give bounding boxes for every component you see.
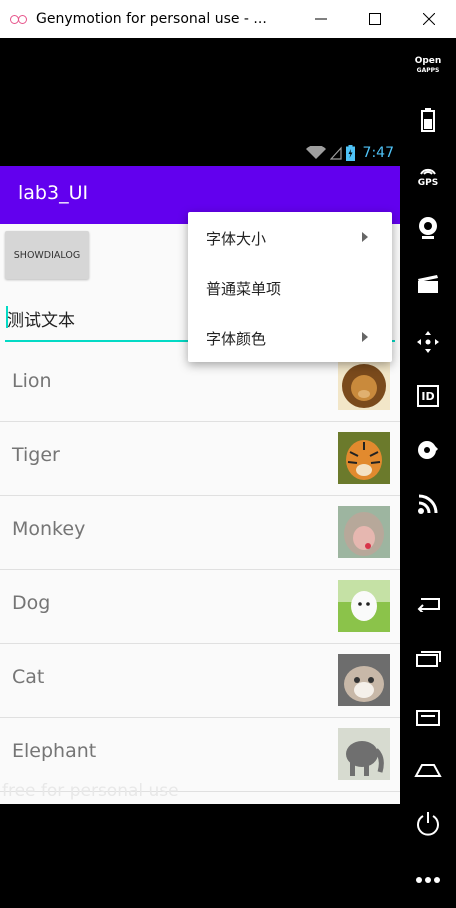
menu-button[interactable] xyxy=(400,698,456,738)
maximize-icon xyxy=(369,13,381,25)
menu-item-label: 普通菜单项 xyxy=(206,280,282,298)
power-icon xyxy=(417,812,439,836)
clapperboard-icon xyxy=(418,275,438,293)
home-icon xyxy=(414,764,442,777)
webcam-button[interactable] xyxy=(400,208,456,248)
device-screen: 7:47 lab3_UI SHOWDIALOG 测试文本 Lion Tiger … xyxy=(0,38,400,804)
menu-icon xyxy=(416,710,440,726)
watermark-text: free for personal use xyxy=(2,781,179,801)
emulator-bottom-area xyxy=(0,804,400,908)
list-item-name: Dog xyxy=(12,592,51,614)
wifi-icon xyxy=(305,146,326,159)
rss-icon xyxy=(418,494,438,514)
close-button[interactable] xyxy=(402,0,456,38)
tiger-photo xyxy=(338,432,390,484)
cell-signal-icon xyxy=(329,146,342,160)
lion-photo xyxy=(338,358,390,410)
screencast-button[interactable] xyxy=(400,264,456,304)
text-input-value: 测试文本 xyxy=(7,311,75,331)
options-popup-menu: 字体大小 普通菜单项 字体颜色 xyxy=(188,212,392,362)
battery-button[interactable] xyxy=(400,100,456,140)
menu-item-label: 字体颜色 xyxy=(206,330,267,348)
more-dots-icon xyxy=(416,877,440,883)
gps-icon: GPS xyxy=(418,160,438,188)
status-time: 7:47 xyxy=(362,145,394,161)
show-dialog-button[interactable]: SHOWDIALOG xyxy=(5,231,89,279)
menu-item-font-color[interactable]: 字体颜色 xyxy=(188,312,392,362)
animal-list: Lion Tiger Monkey Dog Cat Elephant xyxy=(0,348,400,792)
status-bar: 7:47 xyxy=(0,142,400,166)
list-item[interactable]: Tiger xyxy=(0,422,400,496)
recent-apps-icon xyxy=(416,651,441,667)
open-gapps-icon: Open GAPPS xyxy=(414,56,442,75)
power-button[interactable] xyxy=(400,804,456,844)
list-item-name: Elephant xyxy=(12,740,97,762)
list-item-name: Cat xyxy=(12,666,45,688)
monkey-photo xyxy=(338,506,390,558)
window-title: Genymotion for personal use - ... xyxy=(36,11,267,27)
list-item[interactable]: Monkey xyxy=(0,496,400,570)
close-icon xyxy=(423,13,435,25)
dpad-button[interactable] xyxy=(400,322,456,362)
device-id-button[interactable]: ID xyxy=(400,376,456,416)
battery-icon xyxy=(421,108,435,132)
cat-photo xyxy=(338,654,390,706)
more-options-button[interactable] xyxy=(400,860,456,900)
menu-item-normal[interactable]: 普通菜单项 xyxy=(188,262,392,312)
genymotion-logo-icon xyxy=(10,12,30,26)
list-item-name: Lion xyxy=(12,370,52,392)
list-item-name: Monkey xyxy=(12,518,86,540)
back-arrow-icon xyxy=(417,598,440,612)
app-title: lab3_UI xyxy=(18,182,89,204)
back-button[interactable] xyxy=(400,584,456,624)
webcam-icon xyxy=(419,217,437,239)
battery-icon xyxy=(345,145,355,161)
dog-photo xyxy=(338,580,390,632)
list-item-name: Tiger xyxy=(12,444,60,466)
disk-button[interactable] xyxy=(400,430,456,470)
list-item[interactable]: Cat xyxy=(0,644,400,718)
disk-icon xyxy=(418,441,438,459)
home-button[interactable] xyxy=(400,750,456,790)
gps-button[interactable]: GPS xyxy=(400,154,456,194)
minimize-button[interactable] xyxy=(294,0,348,38)
menu-item-font-size[interactable]: 字体大小 xyxy=(188,212,392,262)
maximize-button[interactable] xyxy=(348,0,402,38)
network-button[interactable] xyxy=(400,484,456,524)
minimize-icon xyxy=(315,18,327,20)
menu-item-label: 字体大小 xyxy=(206,230,267,248)
move-arrows-icon xyxy=(417,331,439,353)
recent-apps-button[interactable] xyxy=(400,638,456,678)
open-gapps-button[interactable]: Open GAPPS xyxy=(400,46,456,86)
id-icon: ID xyxy=(417,385,439,407)
submenu-arrow-icon xyxy=(362,332,368,342)
list-item[interactable]: Dog xyxy=(0,570,400,644)
submenu-arrow-icon xyxy=(362,232,368,242)
elephant-photo xyxy=(338,728,390,780)
emulator-side-toolbar: Open GAPPS GPS ID xyxy=(400,38,456,908)
window-title-bar: Genymotion for personal use - ... xyxy=(0,0,456,39)
